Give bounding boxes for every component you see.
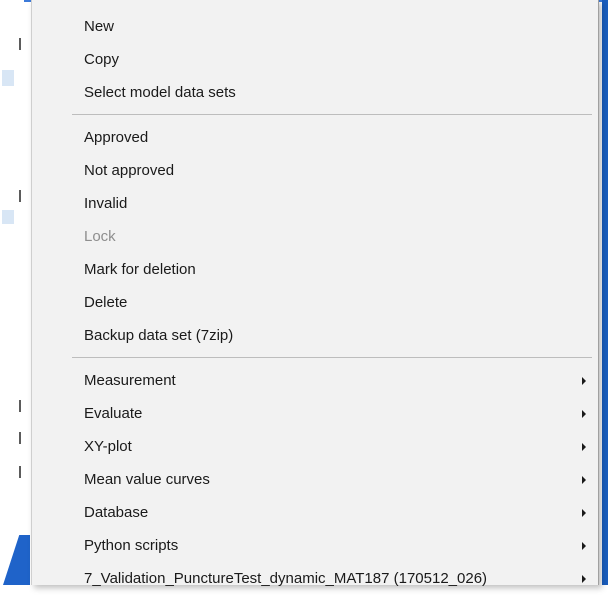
menu-item-label: Backup data set (7zip) [84,327,234,344]
submenu-arrow-icon [582,442,586,451]
background-tick [19,466,21,478]
menu-item-new[interactable]: New [32,10,598,43]
menu-item-xy-plot[interactable]: XY-plot [32,430,598,463]
menu-item-label: Measurement [84,372,176,389]
menu-item-label: Evaluate [84,405,143,422]
menu-item-lock: Lock [32,220,598,253]
menu-item-select-model-data-sets[interactable]: Select model data sets [32,76,598,109]
menu-item-label: Mark for deletion [84,261,196,278]
menu-item-label: Not approved [84,162,175,179]
menu-item-approved[interactable]: Approved [32,121,598,154]
menu-item-mark-for-deletion[interactable]: Mark for deletion [32,253,598,286]
menu-item-label: Copy [84,51,120,68]
background-corner-shape [0,535,30,585]
menu-item-validation-puncture-test[interactable]: 7_Validation_PunctureTest_dynamic_MAT187… [32,562,598,595]
menu-item-delete[interactable]: Delete [32,286,598,319]
menu-item-label: XY-plot [84,438,132,455]
menu-item-label: Lock [84,228,116,245]
context-menu: New Copy Select model data sets Approved… [31,0,599,587]
menu-item-label: Delete [84,294,128,311]
background-window-right-edge [602,0,608,585]
menu-item-not-approved[interactable]: Not approved [32,154,598,187]
submenu-arrow-icon [582,508,586,517]
submenu-arrow-icon [582,541,586,550]
menu-item-label: Invalid [84,195,128,212]
menu-separator [72,114,592,115]
menu-item-python-scripts[interactable]: Python scripts [32,529,598,562]
menu-item-label: Database [84,504,149,521]
submenu-arrow-icon [582,376,586,385]
background-highlight [2,210,14,224]
menu-separator [72,357,592,358]
menu-item-database[interactable]: Database [32,496,598,529]
submenu-arrow-icon [582,409,586,418]
menu-item-evaluate[interactable]: Evaluate [32,397,598,430]
submenu-arrow-icon [582,574,586,583]
menu-item-label: 7_Validation_PunctureTest_dynamic_MAT187… [84,570,488,587]
menu-item-mean-value-curves[interactable]: Mean value curves [32,463,598,496]
background-highlight [2,70,14,86]
menu-item-measurement[interactable]: Measurement [32,364,598,397]
menu-item-invalid[interactable]: Invalid [32,187,598,220]
background-window-left-strip [0,0,24,585]
menu-list: New Copy Select model data sets Approved… [32,10,598,595]
menu-item-label: Approved [84,129,149,146]
menu-item-label: Mean value curves [84,471,210,488]
background-tick [19,190,21,202]
menu-item-copy[interactable]: Copy [32,43,598,76]
background-tick [19,432,21,444]
background-tick [19,38,21,50]
menu-item-label: New [84,18,115,35]
submenu-arrow-icon [582,475,586,484]
menu-item-label: Python scripts [84,537,179,554]
background-tick [19,400,21,412]
menu-item-backup-data-set[interactable]: Backup data set (7zip) [32,319,598,352]
menu-item-label: Select model data sets [84,84,236,101]
